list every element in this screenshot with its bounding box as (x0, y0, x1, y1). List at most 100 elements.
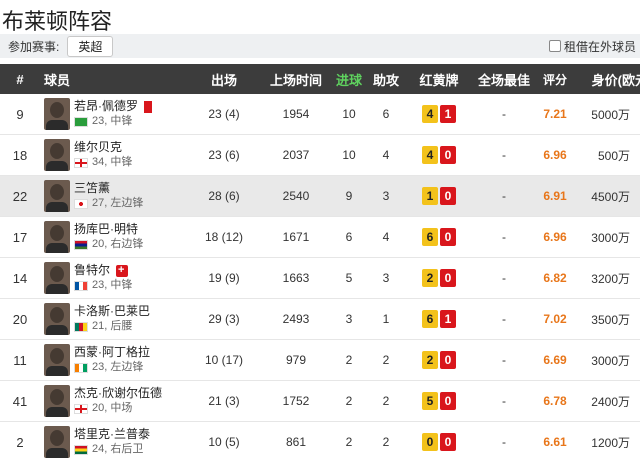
minutes-value: 979 (285, 353, 307, 367)
goals-value: 9 (345, 189, 353, 203)
header-rating[interactable]: 评分 (536, 71, 574, 88)
header-minutes[interactable]: 上场时间 (260, 70, 332, 89)
goals-value: 3 (345, 312, 353, 326)
best-value: - (502, 394, 506, 408)
player-cell[interactable]: 卡洛斯·巴莱巴 21, 后腰 (40, 303, 188, 335)
player-name[interactable]: 西蒙·阿丁格拉 (74, 345, 150, 360)
table-row[interactable]: 9 若昂·佩德罗 23, 中锋 23 (4) 1954 10 6 4 1 - 7.21 5000万 (0, 94, 640, 135)
player-cell[interactable]: 若昂·佩德罗 23, 中锋 (40, 98, 188, 130)
header-appearances[interactable]: 出场 (188, 70, 260, 89)
player-avatar[interactable] (44, 139, 70, 171)
loan-players-checkbox[interactable]: 租借在外球员 (548, 38, 636, 55)
yellow-card-count: 6 (422, 310, 438, 328)
goals-value: 2 (345, 394, 353, 408)
red-card-count: 0 (440, 269, 456, 287)
gambia-flag-icon (74, 239, 88, 250)
player-cell[interactable]: 维尔贝克 34, 中锋 (40, 139, 188, 171)
player-avatar[interactable] (44, 221, 70, 253)
header-goals[interactable]: 进球 (332, 70, 366, 89)
player-name[interactable]: 扬库巴·明特 (74, 222, 138, 237)
table-row[interactable]: 11 西蒙·阿丁格拉 23, 左边锋 10 (17) 979 2 2 2 0-6.69 3000万 (0, 340, 640, 381)
appearances-value: 23 (4) (208, 107, 240, 121)
checkbox-box-icon[interactable] (548, 40, 561, 52)
league-button-premier-league[interactable]: 英超 (67, 35, 114, 57)
player-name[interactable]: 鲁特尔 (74, 263, 110, 278)
minutes-value: 1671 (282, 230, 310, 244)
player-age-position: 20, 右边锋 (92, 238, 144, 250)
header-assists[interactable]: 助攻 (366, 70, 406, 89)
value-trend[interactable] (630, 189, 640, 203)
appearances-value: 10 (17) (204, 353, 244, 367)
table-row[interactable]: 14 鲁特尔23, 中锋 19 (9) 1663 5 3 20 - 6.82 3200万 (0, 258, 640, 299)
rating-value: 7.02 (543, 312, 567, 326)
table-row[interactable]: 17 扬库巴·明特 20, 右边锋 18 (12) 1671 6 4 6 0-6.96 3000万 (0, 217, 640, 258)
best-value: - (502, 230, 506, 244)
player-avatar[interactable] (44, 262, 70, 294)
rating-value: 6.82 (543, 271, 567, 285)
table-row[interactable]: 18 维尔贝克 34, 中锋 23 (6) 2037 10 4 4 0-6.96 500万 (0, 135, 640, 176)
player-avatar[interactable] (44, 344, 70, 376)
yellow-card-count: 2 (422, 351, 438, 369)
player-cell[interactable]: 三笘薰 27, 左边锋 (40, 180, 188, 212)
player-avatar[interactable] (44, 303, 70, 335)
value-trend[interactable] (630, 274, 640, 282)
player-number: 22 (12, 188, 28, 204)
player-cell[interactable]: 扬库巴·明特 20, 右边锋 (40, 221, 188, 253)
value-trend[interactable] (630, 435, 640, 449)
player-cell[interactable]: 塔里克·兰普泰 24, 右后卫 (40, 426, 188, 458)
player-name[interactable]: 杰克·欣谢尔伍德 (74, 386, 162, 401)
assists-value: 6 (382, 107, 390, 121)
table-header: # 球员 出场 上场时间 进球 助攻 红黄牌 全场最佳 评分 身价(欧元) (0, 64, 640, 94)
player-cell[interactable]: 杰克·欣谢尔伍德 20, 中场 (40, 385, 188, 417)
goals-value: 2 (345, 435, 353, 449)
assists-value: 1 (382, 312, 390, 326)
player-cell[interactable]: 西蒙·阿丁格拉 23, 左边锋 (40, 344, 188, 376)
player-name[interactable]: 卡洛斯·巴莱巴 (74, 304, 150, 319)
red-card-count: 1 (440, 310, 456, 328)
header-value[interactable]: 身价(欧元) (574, 70, 640, 89)
player-name[interactable]: 维尔贝克 (74, 140, 122, 155)
player-avatar[interactable] (44, 426, 70, 458)
england-flag-icon (74, 403, 88, 414)
competition-label: 参加赛事: (8, 39, 60, 54)
england-flag-icon (74, 157, 88, 168)
value-trend[interactable] (630, 356, 640, 364)
player-name[interactable]: 若昂·佩德罗 (74, 99, 138, 114)
best-value: - (502, 107, 506, 121)
best-value: - (502, 435, 506, 449)
header-cards[interactable]: 红黄牌 (406, 70, 472, 89)
player-avatar[interactable] (44, 98, 70, 130)
value-trend[interactable] (630, 148, 640, 162)
player-avatar[interactable] (44, 180, 70, 212)
minutes-value: 1954 (282, 107, 310, 121)
injury-badge-icon (116, 263, 129, 278)
red-card-count: 1 (440, 105, 456, 123)
player-cell[interactable]: 鲁特尔23, 中锋 (40, 262, 188, 294)
cards-cell: 20 (406, 269, 472, 287)
assists-value: 4 (382, 230, 390, 244)
header-player[interactable]: 球员 (40, 70, 188, 89)
red-card-count: 0 (440, 228, 456, 246)
assists-value: 2 (382, 353, 390, 367)
table-row[interactable]: 22 三笘薰 27, 左边锋 28 (6) 2540 9 3 1 0 - 6.91 4500万 (0, 176, 640, 217)
market-value: 3500万 (591, 312, 630, 327)
table-row[interactable]: 2 塔里克·兰普泰 24, 右后卫 10 (5) 861 2 2 0 0 - 6.61 1200万 (0, 422, 640, 459)
appearances-value: 10 (5) (208, 435, 240, 449)
value-trend[interactable] (630, 233, 640, 241)
value-trend[interactable] (630, 397, 640, 405)
table-row[interactable]: 41 杰克·欣谢尔伍德 20, 中场 21 (3) 1752 2 2 5 0 - 6.78 2400万 (0, 381, 640, 422)
header-best[interactable]: 全场最佳 (472, 70, 536, 89)
player-name[interactable]: 三笘薰 (74, 181, 110, 196)
table-row[interactable]: 20 卡洛斯·巴莱巴 21, 后腰 29 (3) 2493 3 1 6 1-7.02 3500万 (0, 299, 640, 340)
appearances-value: 21 (3) (208, 394, 240, 408)
rating-value: 6.61 (543, 435, 567, 449)
player-avatar[interactable] (44, 385, 70, 417)
player-number: 11 (13, 352, 27, 368)
france-flag-icon (74, 280, 88, 291)
player-name[interactable]: 塔里克·兰普泰 (74, 427, 150, 442)
value-trend[interactable] (630, 107, 640, 121)
value-trend[interactable] (630, 315, 640, 323)
header-num[interactable]: # (0, 72, 40, 87)
goals-value: 10 (342, 107, 356, 121)
market-value: 500万 (597, 148, 630, 163)
